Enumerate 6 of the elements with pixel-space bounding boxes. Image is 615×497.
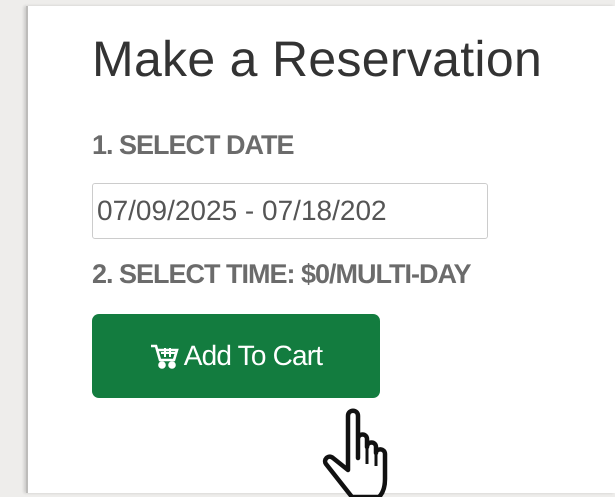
cart-icon	[150, 342, 180, 370]
date-range-field[interactable]: 07/09/2025 - 07/18/202	[92, 183, 488, 239]
time-label: 2. SELECT TIME: $0/MULTI-DAY	[92, 259, 471, 290]
add-to-cart-button[interactable]: Add To Cart	[92, 314, 380, 398]
page-heading: Make a Reservation	[92, 30, 542, 88]
date-label: 1. SELECT DATE	[92, 130, 294, 161]
